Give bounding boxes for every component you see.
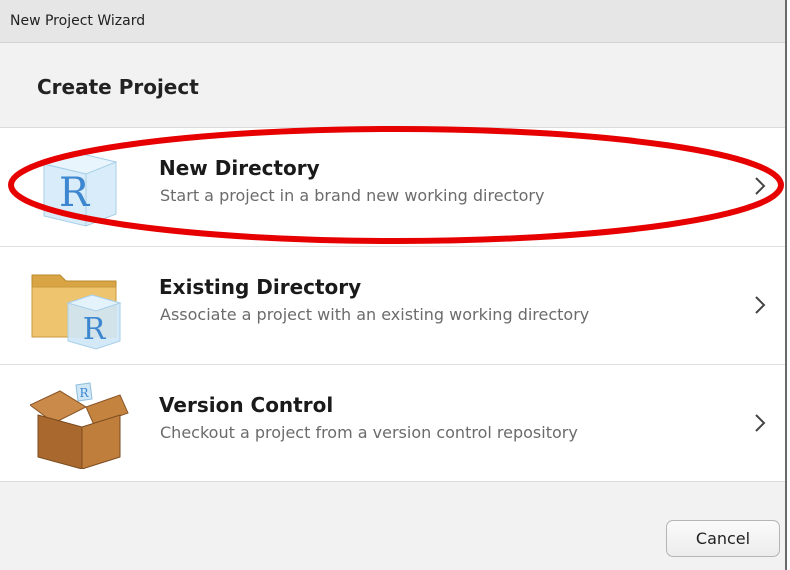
cancel-button[interactable]: Cancel xyxy=(666,520,780,557)
option-description: Checkout a project from a version contro… xyxy=(160,423,578,442)
svg-text:R: R xyxy=(83,312,107,347)
title-bar: New Project Wizard xyxy=(0,0,785,43)
chevron-right-icon xyxy=(755,296,766,314)
svg-text:R: R xyxy=(79,386,89,400)
dialog-footer: Cancel xyxy=(0,482,785,570)
option-title: New Directory xyxy=(159,156,320,180)
option-title: Version Control xyxy=(159,393,334,417)
chevron-right-icon xyxy=(755,177,766,195)
page-header: Create Project xyxy=(0,43,785,127)
option-description: Associate a project with an existing wor… xyxy=(160,305,590,324)
folder-r-cube-icon: R xyxy=(31,274,122,350)
option-existing-directory[interactable]: R Existing Directory Associate a project… xyxy=(0,246,785,364)
cardboard-box-icon: R xyxy=(30,382,129,469)
new-project-dialog: New Project Wizard Create Project R New … xyxy=(0,0,787,570)
project-type-list: R New Directory Start a project in a bra… xyxy=(0,127,785,482)
option-title: Existing Directory xyxy=(159,275,362,299)
option-version-control[interactable]: R Version Control Checkout a project fro… xyxy=(0,364,785,481)
page-title: Create Project xyxy=(37,75,199,99)
svg-text:R: R xyxy=(59,170,91,216)
r-cube-icon: R xyxy=(42,151,118,227)
window-title: New Project Wizard xyxy=(10,13,146,29)
option-new-directory[interactable]: R New Directory Start a project in a bra… xyxy=(0,128,785,246)
chevron-right-icon xyxy=(755,414,766,432)
option-description: Start a project in a brand new working d… xyxy=(160,186,545,205)
